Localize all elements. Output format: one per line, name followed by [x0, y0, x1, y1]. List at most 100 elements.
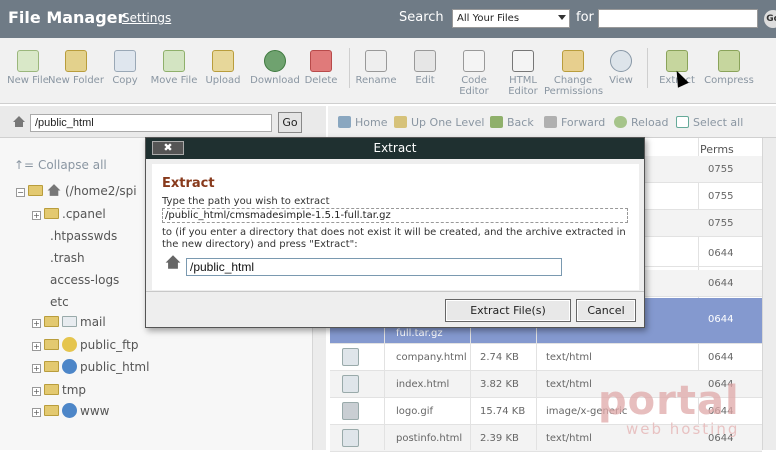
tree-item-label: .htpasswds	[50, 229, 118, 243]
tree-item-public-ftp[interactable]: + public_ftp	[32, 337, 138, 352]
back-button[interactable]: Back	[490, 116, 534, 129]
view-label: View	[609, 75, 633, 86]
html-editor-button[interactable]: HTML Editor	[495, 48, 551, 97]
home-button[interactable]: Home	[338, 116, 387, 129]
download-icon	[264, 50, 286, 72]
folder-icon	[44, 384, 59, 395]
dialog-title-bar: ✖ Extract	[146, 138, 644, 159]
collapse-arrow-icon: ↑=	[14, 158, 35, 172]
tree-item-mail[interactable]: + mail	[32, 315, 106, 329]
folder-icon	[44, 405, 59, 416]
new-folder-button[interactable]: New Folder	[48, 48, 104, 86]
html-editor-icon	[512, 50, 534, 72]
perms-cell: 0644	[708, 352, 734, 363]
back-label: Back	[507, 116, 534, 129]
dialog-note: to (if you enter a directory that does n…	[162, 227, 626, 250]
collapse-all-label: Collapse all	[37, 158, 107, 172]
tree-item-label: access-logs	[50, 273, 120, 287]
expand-icon: +	[32, 387, 41, 396]
tree-item-label: public_html	[80, 360, 150, 374]
tree-item-public-html[interactable]: + public_html	[32, 359, 149, 374]
back-arrow-icon	[490, 116, 503, 128]
watermark-brand: portal	[598, 378, 740, 424]
table-row[interactable]: company.html 2.74 KB text/html 0644	[330, 344, 762, 371]
html-file-icon	[342, 429, 359, 447]
checkbox-icon	[676, 116, 689, 128]
rename-button[interactable]: Rename	[348, 48, 404, 86]
type-cell: text/html	[546, 379, 592, 390]
home-icon	[338, 116, 351, 128]
tree-item-access-logs[interactable]: access-logs	[50, 273, 119, 287]
tree-item-trash[interactable]: .trash	[50, 251, 85, 265]
folder-open-icon	[28, 185, 43, 196]
folder-icon	[44, 208, 59, 219]
tree-item-htpasswds[interactable]: .htpasswds	[50, 229, 117, 243]
forward-button[interactable]: Forward	[544, 116, 605, 129]
edit-button[interactable]: Edit	[397, 48, 453, 86]
close-button[interactable]: ✖	[152, 141, 184, 155]
dialog-heading: Extract	[162, 176, 215, 191]
up-one-level-button[interactable]: Up One Level	[394, 116, 484, 129]
home-icon	[13, 116, 25, 127]
toolbar-divider	[647, 48, 648, 88]
search-input[interactable]	[598, 9, 758, 28]
upload-button[interactable]: Upload	[195, 48, 251, 86]
perms-cell: 0644	[708, 248, 734, 259]
compress-icon	[718, 50, 740, 72]
folder-icon	[44, 316, 59, 327]
cancel-button[interactable]: Cancel	[576, 299, 636, 322]
size-cell: 15.74 KB	[480, 406, 526, 417]
rename-label: Rename	[355, 75, 397, 86]
settings-link[interactable]: Settings	[122, 11, 171, 25]
folder-up-icon	[394, 116, 407, 128]
extract-files-button[interactable]: Extract File(s)	[445, 299, 571, 322]
reload-button[interactable]: Reload	[614, 116, 668, 129]
tree-item-www[interactable]: + www	[32, 403, 109, 418]
extract-dialog: ✖ Extract Extract Type the path you wish…	[145, 137, 645, 328]
view-button[interactable]: View	[593, 48, 649, 86]
for-label: for	[576, 10, 594, 25]
list-scrollbar[interactable]	[762, 138, 776, 450]
tree-root[interactable]: − (/home2/spi	[16, 183, 137, 198]
extract-path-input[interactable]	[186, 258, 562, 276]
up-one-level-label: Up One Level	[411, 116, 485, 129]
compress-button[interactable]: Compress	[701, 48, 757, 86]
perms-cell: 0755	[708, 218, 734, 229]
delete-icon	[310, 50, 332, 72]
app-title: File Manager	[8, 8, 126, 27]
tree-item-cpanel[interactable]: + .cpanel	[32, 207, 106, 221]
tree-item-label: mail	[80, 315, 106, 329]
file-name-cell: company.html	[396, 352, 467, 363]
collapse-all-link[interactable]: ↑= Collapse all	[14, 158, 107, 172]
search-scope-select[interactable]: All Your Files	[452, 9, 570, 28]
copy-label: Copy	[112, 75, 138, 86]
chevron-down-icon	[558, 15, 566, 20]
code-editor-icon	[463, 50, 485, 72]
dialog-body: Extract Type the path you wish to extrac…	[152, 164, 639, 290]
view-icon	[610, 50, 632, 72]
size-cell: 3.82 KB	[480, 379, 519, 390]
tree-item-label: public_ftp	[80, 338, 139, 352]
tree-item-etc[interactable]: etc	[50, 295, 69, 309]
path-input[interactable]	[30, 114, 272, 132]
code-editor-button[interactable]: Code Editor	[446, 48, 502, 97]
archive-path: /public_html/cmsmadesimple-1.5.1-full.ta…	[162, 208, 628, 223]
tree-item-label: tmp	[62, 383, 87, 397]
move-file-button[interactable]: Move File	[146, 48, 202, 86]
delete-button[interactable]: Delete	[293, 48, 349, 86]
file-name-cell: logo.gif	[396, 406, 434, 417]
search-go-button[interactable]: Go	[764, 10, 776, 28]
perms-column-header[interactable]: Perms	[700, 143, 760, 156]
toolbar: New File New Folder Copy Move File Uploa…	[0, 38, 776, 104]
search-label: Search	[399, 10, 444, 25]
new-folder-icon	[65, 50, 87, 72]
select-all-button[interactable]: Select all	[676, 116, 743, 129]
globe-icon	[62, 359, 77, 374]
edit-label: Edit	[415, 75, 435, 86]
tree-item-tmp[interactable]: + tmp	[32, 383, 86, 397]
copy-icon	[114, 50, 136, 72]
copy-button[interactable]: Copy	[97, 48, 153, 86]
path-go-button[interactable]: Go	[278, 112, 302, 133]
forward-arrow-icon	[544, 116, 557, 128]
ftp-icon	[62, 337, 77, 352]
